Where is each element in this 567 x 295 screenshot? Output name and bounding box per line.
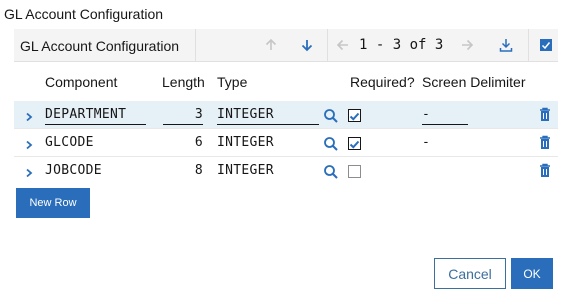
trash-icon[interactable] [539,163,551,178]
sort-up-icon[interactable] [263,37,279,53]
lookup-icon[interactable] [323,136,339,152]
previous-page-icon[interactable] [335,37,351,53]
component-field[interactable]: DEPARTMENT [45,107,146,125]
type-value: INTEGER [217,163,274,178]
cancel-button[interactable]: Cancel [434,258,506,289]
table-header: Component Length Type Required? Screen D… [14,66,558,100]
length-value: 8 [194,163,203,178]
delimiter-field[interactable]: - [422,107,468,125]
table-row[interactable]: GLCODE 6 INTEGER - [14,129,558,157]
sort-down-icon[interactable] [299,37,315,53]
required-checkbox[interactable] [348,137,361,150]
chevron-right-icon[interactable] [24,166,34,178]
column-header-component[interactable]: Component [45,74,117,90]
trash-icon[interactable] [539,107,551,122]
chevron-right-icon[interactable] [24,110,34,122]
delimiter-value: - [422,135,431,150]
next-page-icon[interactable] [459,37,475,53]
column-header-length[interactable]: Length [162,74,205,90]
table-row[interactable]: JOBCODE 8 INTEGER [14,157,558,185]
new-row-button[interactable]: New Row [16,188,90,218]
toolbar-divider [195,29,196,62]
select-all-icon[interactable] [538,37,554,53]
length-field[interactable]: 3 [163,107,203,125]
required-checkbox[interactable] [348,165,361,178]
column-header-required[interactable]: Required? [350,74,415,90]
length-value: 6 [194,135,203,150]
dialog-title: GL Account Configuration [4,6,164,22]
toolbar-divider [528,29,529,62]
trash-icon[interactable] [539,135,551,150]
download-icon[interactable] [498,37,514,53]
type-field[interactable]: INTEGER [217,107,319,125]
table-toolbar: GL Account Configuration 1 - 3 of 3 [14,29,558,62]
type-value: INTEGER [217,135,274,150]
pagination-text: 1 - 3 of 3 [359,37,444,53]
ok-button[interactable]: OK [511,258,553,289]
lookup-icon[interactable] [323,108,339,124]
lookup-icon[interactable] [323,164,339,180]
table-title: GL Account Configuration [20,38,180,54]
table-row[interactable]: DEPARTMENT 3 INTEGER - [14,101,558,129]
required-checkbox[interactable] [348,109,361,122]
column-header-type[interactable]: Type [217,74,247,90]
chevron-right-icon[interactable] [24,138,34,150]
toolbar-divider [327,29,328,62]
component-value: JOBCODE [45,163,102,178]
column-header-screen-delimiter[interactable]: Screen Delimiter [422,74,525,90]
component-value: GLCODE [45,135,94,150]
